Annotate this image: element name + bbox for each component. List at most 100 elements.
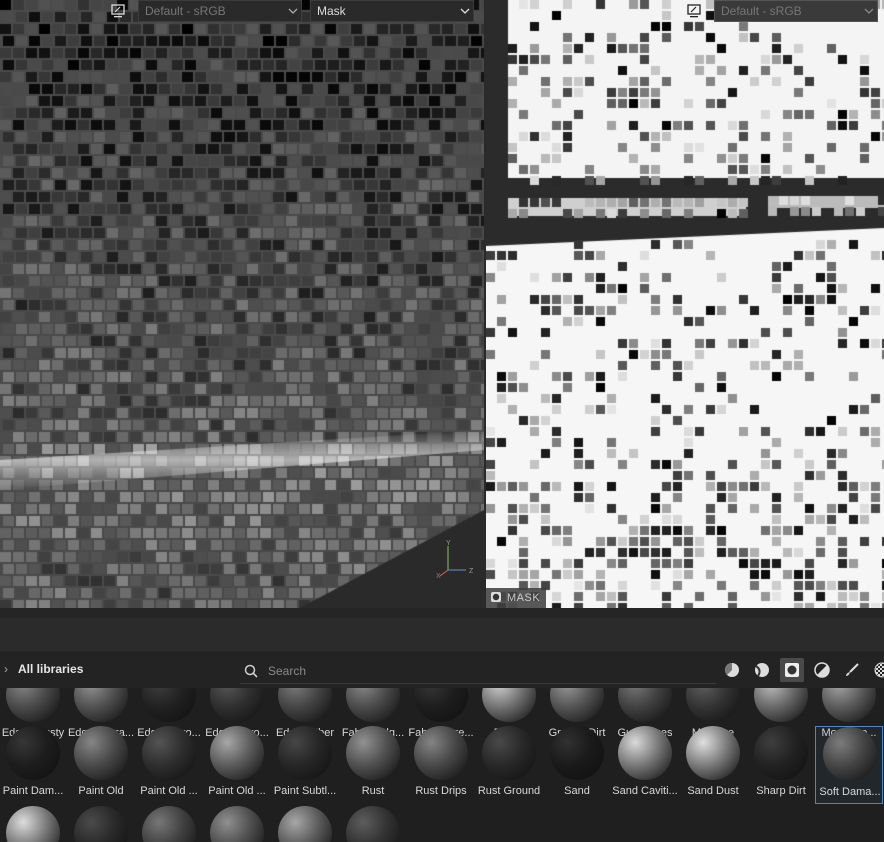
material-thumbnail [346,726,400,780]
colorspace-dropdown-2d[interactable]: Default - sRGB [714,0,878,22]
uv-texture-render[interactable] [486,0,884,608]
shelf-item-label: Rust [361,785,385,797]
search-icon [244,664,258,678]
shelf-item[interactable]: Rust Ground [475,726,543,804]
mask-channel-icon [490,591,502,606]
filters-filter-icon[interactable] [810,658,834,682]
shelf-item[interactable]: Paint Old [67,726,135,804]
shelf-item[interactable] [135,806,203,842]
display-settings-icon[interactable] [108,1,128,21]
channel-badge: MASK [486,588,546,608]
material-thumbnail [618,726,672,780]
shelf-item[interactable] [0,806,67,842]
axis-y-label: Y [446,540,451,547]
material-thumbnail [6,806,60,842]
shelf-item[interactable] [271,806,339,842]
material-thumbnail [74,806,128,842]
material-thumbnail [6,726,60,780]
colorspace-dropdown-3d[interactable]: Default - sRGB [138,0,302,22]
shelf-item[interactable]: Paint Old ... [135,726,203,804]
chevron-down-icon [285,8,301,14]
material-thumbnail [482,726,536,780]
material-thumbnail [686,726,740,780]
shelf-header [0,618,884,652]
texture-filter-icon[interactable] [870,658,884,682]
shelf-item[interactable]: Sand Caviti... [611,726,679,804]
viewport-3d[interactable]: Default - sRGB Mask Y Z X [0,0,484,608]
smart-masks-filter-icon[interactable] [780,658,804,682]
shelf-item-label: Sand Caviti... [612,785,678,797]
material-thumbnail [754,726,808,780]
material-thumbnail [822,688,876,722]
shelf-search[interactable] [240,658,716,684]
material-thumbnail [210,726,264,780]
shelf-item[interactable] [339,806,407,842]
shelf-item-label: Paint Old ... [140,785,198,797]
material-thumbnail [6,688,60,722]
material-thumbnail [278,726,332,780]
chevron-down-icon [861,8,877,14]
mesh-render[interactable] [0,0,484,608]
material-thumbnail [414,688,468,722]
shelf-item-label: Rust Drips [415,785,467,797]
material-thumbnail [142,688,196,722]
material-thumbnail [142,726,196,780]
material-thumbnail [74,688,128,722]
channel-dropdown[interactable]: Mask [310,0,474,22]
material-thumbnail [346,806,400,842]
material-thumbnail [278,806,332,842]
material-thumbnail [686,688,740,722]
colorspace-value: Default - sRGB [145,4,226,18]
shelf-toolbar: › All libraries [0,652,884,688]
shelf-item[interactable]: Soft Dama... [815,726,883,804]
shelf-item[interactable]: Rust Drips [407,726,475,804]
material-thumbnail [550,688,604,722]
viewport-2d[interactable]: Default - sRGB [486,0,884,608]
display-settings-icon[interactable] [684,1,704,21]
shelf-item-label: Paint Subtl... [273,785,337,797]
smart-materials-filter-icon[interactable] [750,658,774,682]
shelf-item-label: Paint Dam... [2,785,64,797]
shelf-item[interactable]: Paint Old ... [203,726,271,804]
material-thumbnail [414,726,468,780]
shelf-item-label: Sand Dust [687,785,739,797]
shelf-item[interactable]: Sand [543,726,611,804]
shelf-item-label: Soft Dama... [819,786,881,798]
shelf-item-label: Sand [564,785,590,797]
shelf-item[interactable] [203,806,271,842]
material-thumbnail [278,688,332,722]
material-thumbnail [823,727,877,781]
shelf-item[interactable]: Sand Dust [679,726,747,804]
material-thumbnail [346,688,400,722]
shelf-item[interactable]: Rust [339,726,407,804]
shelf-item[interactable]: Paint Dam... [0,726,67,804]
shelf-grid: Edges DustyEdges Scra...Edges Stro...Edg… [0,688,884,842]
shelf-item[interactable] [67,806,135,842]
shelf-item-label: Paint Old [78,785,124,797]
material-thumbnail [618,688,672,722]
axis-gizmo: Y Z X [436,540,480,580]
material-thumbnail [754,688,808,722]
materials-filter-icon[interactable] [720,658,744,682]
material-thumbnail [142,806,196,842]
shelf-filters [720,658,884,682]
chevron-down-icon [457,8,473,14]
shelf-item[interactable]: Paint Subtl... [271,726,339,804]
library-title: All libraries [18,662,84,676]
painter-workspace: Default - sRGB Mask Y Z X Default - sRGB [0,0,884,842]
material-thumbnail [210,806,264,842]
search-input[interactable] [268,663,716,678]
material-thumbnail [550,726,604,780]
shelf-item[interactable]: Sharp Dirt [747,726,815,804]
material-thumbnail [210,688,264,722]
brush-filter-icon[interactable] [840,658,864,682]
channel-badge-label: MASK [507,592,541,604]
library-selector[interactable]: › All libraries [4,662,83,676]
axis-z-label: Z [469,568,474,575]
panel-gap [0,608,884,618]
colorspace-value: Default - sRGB [721,4,802,18]
material-thumbnail [482,688,536,722]
chevron-right-icon[interactable]: › [4,662,8,676]
axis-x-label: X [436,573,441,580]
shelf-item-label: Sharp Dirt [756,785,806,797]
